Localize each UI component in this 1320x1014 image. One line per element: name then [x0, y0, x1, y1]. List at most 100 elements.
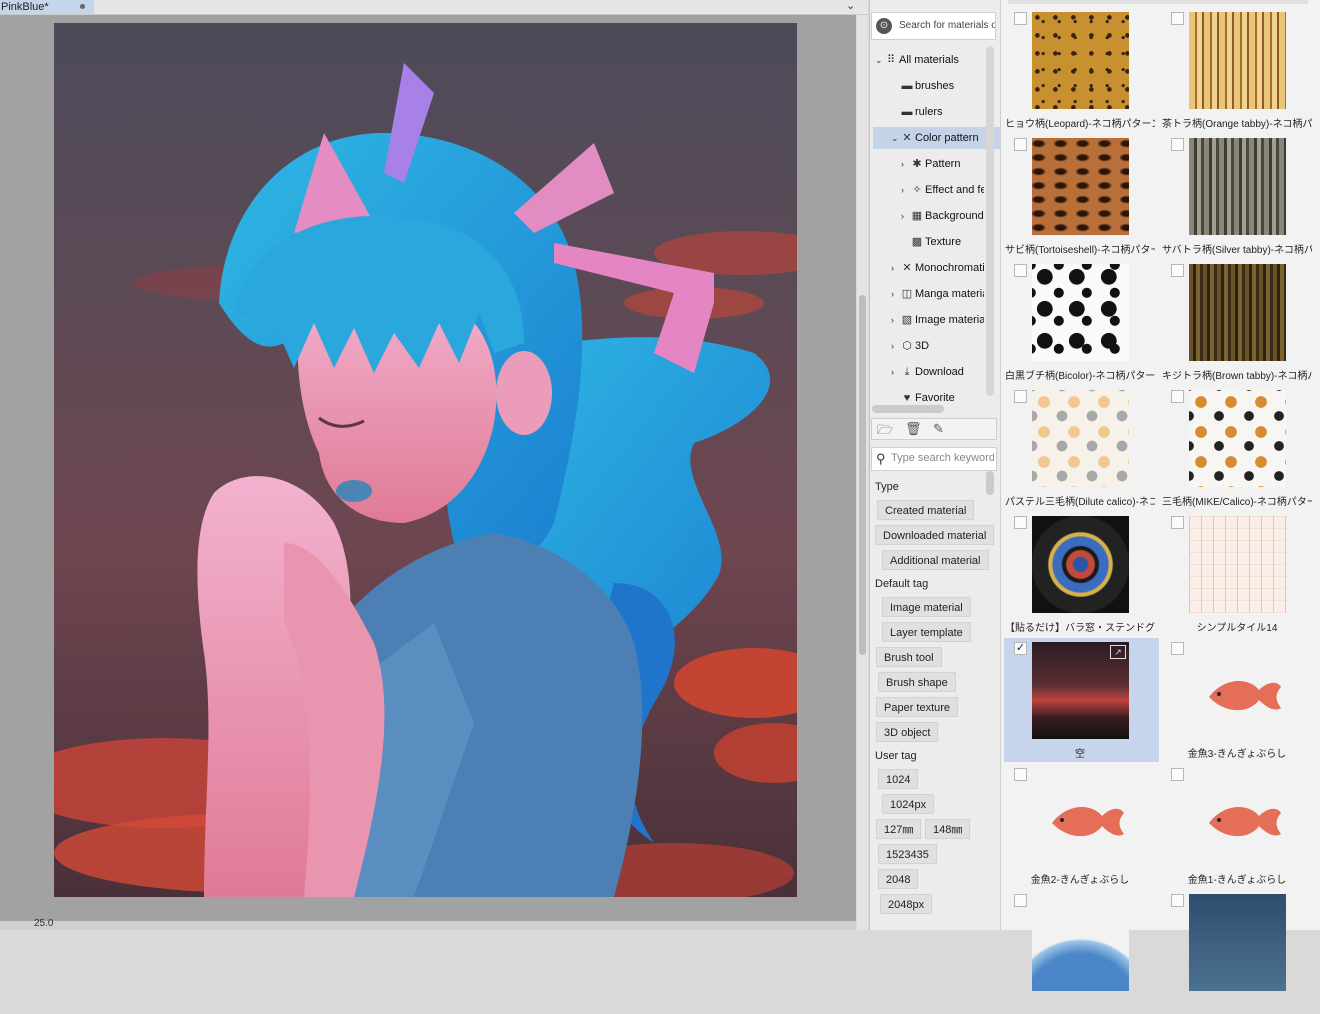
- material-checkbox[interactable]: [1014, 894, 1027, 907]
- texture-icon: ▩: [911, 236, 923, 248]
- tree-item-manga-material[interactable]: › ◫ Manga material: [891, 283, 984, 305]
- user-tag[interactable]: 1523435: [878, 844, 937, 864]
- delete-icon[interactable]: 🗑: [905, 421, 922, 437]
- material-checkbox[interactable]: [1171, 138, 1184, 151]
- tree-item-download[interactable]: › ⤓ Download: [891, 361, 984, 383]
- user-tag[interactable]: 1024: [878, 769, 919, 789]
- canvas-artwork[interactable]: [54, 23, 797, 897]
- tag-brush-tool[interactable]: Brush tool: [876, 647, 942, 667]
- material-thumbnail[interactable]: [1189, 12, 1286, 109]
- tree-item-all-materials[interactable]: ⌄ ⠿ All materials: [875, 49, 984, 71]
- material-checkbox[interactable]: [1014, 138, 1027, 151]
- user-tag[interactable]: 127㎜: [876, 819, 922, 839]
- tree-item-image-material[interactable]: › ▧ Image material: [891, 309, 984, 331]
- chevron-right-icon[interactable]: ›: [891, 283, 900, 305]
- download-icon: ⤓: [904, 366, 910, 378]
- material-checkbox[interactable]: [1171, 390, 1184, 403]
- tree-item-background[interactable]: › ▦ Background: [901, 205, 984, 227]
- canvas-scroll-thumb[interactable]: [859, 295, 866, 655]
- tag-downloaded-material[interactable]: Downloaded material: [875, 525, 995, 545]
- material-checkbox[interactable]: [1014, 516, 1027, 529]
- chevron-right-icon[interactable]: ›: [891, 309, 900, 331]
- material-checkbox[interactable]: [1171, 894, 1184, 907]
- tree-item-label: Manga material: [915, 288, 984, 300]
- tree-item-brushes[interactable]: ▬ brushes: [891, 75, 984, 97]
- tag-image-material[interactable]: Image material: [882, 597, 971, 617]
- user-tag[interactable]: 2048px: [880, 894, 933, 914]
- tree-item-color-pattern[interactable]: ⌄ ✕ Color pattern: [873, 127, 1003, 149]
- chevron-right-icon[interactable]: ›: [901, 179, 910, 201]
- tree-scrollbar[interactable]: [986, 46, 994, 396]
- manga-icon: ◫: [901, 288, 913, 300]
- new-folder-icon[interactable]: 🗁: [877, 421, 893, 443]
- material-caption: 【貼るだけ】バラ窓・ステンドグラス素材_カラー: [1005, 623, 1155, 634]
- keyword-search-input[interactable]: [891, 450, 994, 466]
- chevron-right-icon[interactable]: ›: [901, 153, 910, 175]
- edit-icon[interactable]: ✎: [933, 421, 944, 437]
- material-caption: シンプルタイル14: [1196, 623, 1278, 634]
- material-checkbox[interactable]: [1014, 390, 1027, 403]
- material-thumbnail[interactable]: [1189, 516, 1286, 613]
- material-thumbnail[interactable]: [1032, 264, 1129, 361]
- material-thumbnail[interactable]: [1189, 642, 1286, 739]
- tree-item-rulers[interactable]: ▬ rulers: [891, 101, 984, 123]
- tree-item-3d[interactable]: › ⬡ 3D: [891, 335, 984, 357]
- chevron-right-icon[interactable]: ›: [891, 257, 900, 279]
- chevron-down-icon[interactable]: ⌄: [891, 127, 900, 149]
- tag-3d-object[interactable]: 3D object: [876, 722, 939, 742]
- tree-item-pattern[interactable]: › ✱ Pattern: [901, 153, 984, 175]
- tag-brush-shape[interactable]: Brush shape: [878, 672, 956, 692]
- user-tag[interactable]: 2048: [878, 869, 919, 889]
- material-checkbox[interactable]: ✓: [1014, 642, 1027, 655]
- material-checkbox[interactable]: [1171, 768, 1184, 781]
- tree-item-label: Favorite: [915, 392, 955, 404]
- material-thumbnail[interactable]: [1189, 138, 1286, 235]
- material-checkbox[interactable]: [1014, 264, 1027, 277]
- material-thumbnail[interactable]: [1189, 894, 1286, 991]
- tree-item-label: Texture: [925, 236, 962, 248]
- material-thumbnail[interactable]: [1032, 390, 1129, 487]
- tree-horizontal-scrollbar[interactable]: [872, 405, 944, 413]
- material-checkbox[interactable]: [1171, 264, 1184, 277]
- assets-search-label: Search for materials on ASSETS: [899, 20, 995, 31]
- chevron-down-icon[interactable]: ⌄: [875, 49, 884, 71]
- chevron-right-icon[interactable]: ›: [891, 361, 900, 383]
- unsaved-dot-icon[interactable]: [80, 4, 85, 9]
- material-thumbnail[interactable]: [1189, 390, 1286, 487]
- chevron-down-icon[interactable]: ⌄: [846, 0, 855, 13]
- tag-created-material[interactable]: Created material: [877, 500, 975, 520]
- material-thumbnail[interactable]: [1032, 768, 1129, 865]
- material-thumbnail[interactable]: [1032, 894, 1129, 991]
- material-thumbnail[interactable]: ↗: [1032, 642, 1129, 739]
- user-tag[interactable]: 1024px: [882, 794, 935, 814]
- goldfish-icon: [1209, 680, 1281, 711]
- material-caption: 白黒ブチ柄(Bicolor)-ネコ柄パターンセット: [1005, 371, 1155, 382]
- tag-list-scrollbar[interactable]: [986, 471, 994, 495]
- material-thumbnail[interactable]: [1032, 138, 1129, 235]
- chevron-right-icon[interactable]: ›: [891, 335, 900, 357]
- tag-paper-texture[interactable]: Paper texture: [876, 697, 959, 717]
- search-icon: ⚲: [876, 451, 886, 466]
- tag-layer-template[interactable]: Layer template: [882, 622, 971, 642]
- material-thumbnail[interactable]: [1032, 12, 1129, 109]
- material-checkbox[interactable]: [1171, 642, 1184, 655]
- material-checkbox[interactable]: [1171, 12, 1184, 25]
- document-tab-bar: [0, 0, 868, 15]
- material-checkbox[interactable]: [1171, 516, 1184, 529]
- material-checkbox[interactable]: [1014, 12, 1027, 25]
- material-caption: 金魚2-きんぎょぶらし: [1030, 875, 1130, 886]
- material-thumbnail[interactable]: [1189, 264, 1286, 361]
- tree-item-effect-and-feature[interactable]: ›✧Effect and feature: [901, 179, 984, 201]
- chevron-right-icon[interactable]: ›: [901, 205, 910, 227]
- tree-item-texture[interactable]: ▩ Texture: [901, 231, 984, 253]
- artwork-illustration: [54, 23, 797, 897]
- tag-additional-material[interactable]: Additional material: [882, 550, 989, 570]
- user-tag[interactable]: 148㎜: [925, 819, 971, 839]
- material-thumbnail[interactable]: [1189, 768, 1286, 865]
- tree-item-monochromatic-pattern[interactable]: ›✕Monochromatic pattern: [891, 257, 984, 279]
- folder-icon: ▬: [901, 80, 913, 92]
- material-checkbox[interactable]: [1014, 768, 1027, 781]
- material-thumbnail[interactable]: [1032, 516, 1129, 613]
- zoom-readout[interactable]: 25.0: [34, 919, 53, 929]
- goldfish-icon: [1052, 806, 1124, 837]
